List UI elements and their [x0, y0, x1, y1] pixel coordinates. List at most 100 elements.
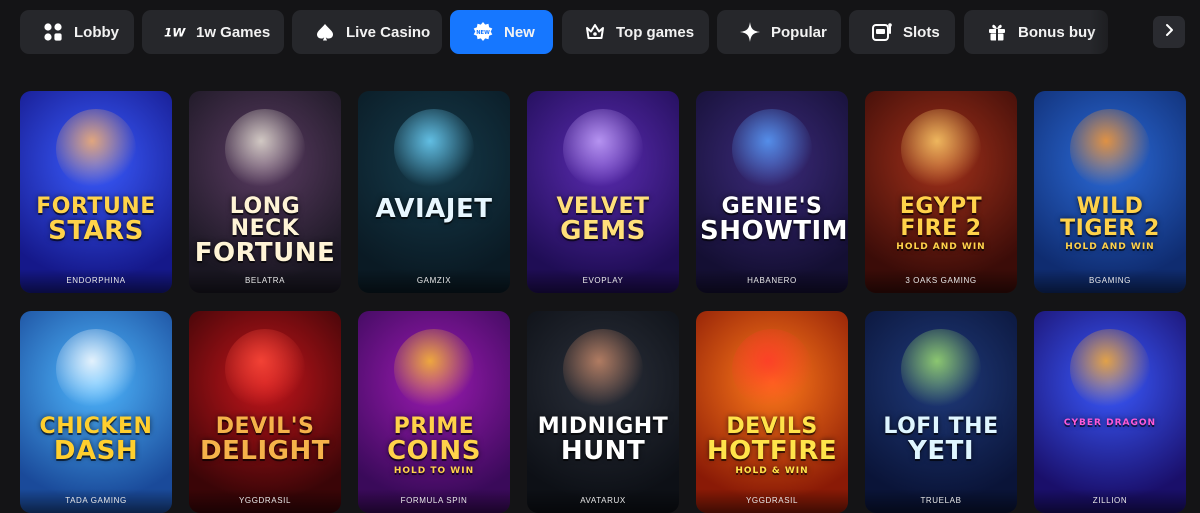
game-provider: Evoplay [527, 269, 679, 293]
game-title-line2: Stars [48, 216, 144, 246]
slot-machine-icon [871, 21, 893, 43]
game-title: Long Neck Fortune [193, 194, 337, 268]
tab-label: Slots [903, 23, 940, 41]
game-character-art [563, 329, 643, 409]
game-title-line2: Aviajet [375, 194, 493, 224]
game-character-art [225, 329, 305, 409]
game-character-art [56, 329, 136, 409]
game-title: Genie'sShowtime [700, 194, 848, 245]
game-title-line2: Dash [53, 436, 139, 466]
game-title: Egypt Fire 2 Hold and Win [869, 196, 1013, 252]
grid-icon [42, 21, 64, 43]
game-title: Aviajet [362, 196, 506, 222]
game-character-art [901, 329, 981, 409]
onew-logo-text: 1W [164, 26, 186, 40]
game-character-art [901, 109, 981, 189]
game-title-line2: Coins [387, 436, 481, 466]
game-character-art [56, 109, 136, 189]
tab-bonus-buy[interactable]: Bonus buy [964, 10, 1108, 54]
game-title-tagline: Hold & Win [735, 466, 809, 476]
category-tabs: Lobby 1W 1w Games Live Casino NEW New Top game… [0, 0, 1200, 64]
game-character-art [394, 329, 474, 409]
game-provider: Zillion [1034, 489, 1186, 513]
game-character-art [225, 109, 305, 189]
game-title-line2: Delight [200, 436, 330, 466]
game-title-line2: Gems [560, 216, 646, 246]
game-card[interactable]: Prime Coins Hold to Win Formula Spin [358, 311, 510, 513]
game-title-line1: Devils [726, 414, 818, 439]
game-provider: TaDa Gaming [20, 489, 172, 513]
game-card[interactable]: Devils Hotfire Hold & Win Yggdrasil [696, 311, 848, 513]
gift-icon [986, 21, 1008, 43]
game-title: Devil's Delight [193, 414, 337, 466]
game-provider: BGaming [1034, 269, 1186, 293]
tab-label: 1w Games [196, 23, 271, 41]
game-title-line1: Prime [393, 414, 475, 439]
game-title-line2: Yeti [908, 436, 974, 466]
game-card[interactable]: Egypt Fire 2 Hold and Win 3 Oaks Gaming [865, 91, 1017, 293]
game-provider: Endorphina [20, 269, 172, 293]
game-title-line1: Devil's [215, 414, 315, 439]
game-title-line1: Genie's [721, 194, 823, 219]
tab-new[interactable]: NEW New [450, 10, 553, 54]
game-title-tagline: Hold and Win [896, 242, 986, 252]
game-provider: AvatarUX [527, 489, 679, 513]
1w-logo-icon: 1W [164, 21, 186, 43]
tab-live-casino[interactable]: Live Casino [292, 10, 442, 54]
game-card[interactable]: Velvet Gems Evoplay [527, 91, 679, 293]
game-character-art [563, 109, 643, 189]
game-card[interactable]: Fortune Stars Endorphina [20, 91, 172, 293]
game-card[interactable]: Cyber Dragon Zillion [1034, 311, 1186, 513]
game-title: Devils Hotfire Hold & Win [700, 416, 844, 476]
tab-label: Lobby [74, 23, 119, 41]
tabs-fade-overlay [1090, 10, 1146, 54]
game-title: Cyber Dragon [1038, 416, 1182, 428]
tab-label: Top games [616, 23, 695, 41]
game-title-line1: Long Neck [229, 194, 301, 241]
tab-top-games[interactable]: Top games [562, 10, 709, 54]
tab-popular[interactable]: Popular [717, 10, 841, 54]
game-provider: Belatra [189, 269, 341, 293]
game-title: Velvet Gems [531, 194, 675, 246]
tab-label: Popular [771, 23, 827, 41]
game-title-line1: Fortune [36, 194, 156, 219]
tab-slots[interactable]: Slots [849, 10, 955, 54]
game-title-line1: Wild Tiger 2 [1060, 194, 1160, 241]
game-title-line2: Hunt [560, 436, 646, 466]
game-provider: Yggdrasil [696, 489, 848, 513]
game-card[interactable]: Aviajet Gamzix [358, 91, 510, 293]
game-title-line1: Velvet [556, 194, 650, 219]
game-title-line1: Lofi the [883, 414, 999, 439]
game-provider: Habanero [696, 269, 848, 293]
game-provider: Formula Spin [358, 489, 510, 513]
game-card[interactable]: Lofi the Yeti TrueLab [865, 311, 1017, 513]
tab-label: New [504, 23, 535, 41]
game-provider: Gamzix [358, 269, 510, 293]
game-character-art [394, 109, 474, 189]
game-card[interactable]: Midnight Hunt AvatarUX [527, 311, 679, 513]
game-title-line1: Midnight [537, 414, 669, 439]
game-character-art [1070, 329, 1150, 409]
chevron-right-icon [1162, 23, 1176, 42]
game-card[interactable]: Devil's Delight Yggdrasil [189, 311, 341, 513]
game-title: Lofi the Yeti [869, 414, 1013, 466]
game-title: Wild Tiger 2 Hold and Win [1038, 196, 1182, 252]
tab-label: Bonus buy [1018, 23, 1096, 41]
game-card[interactable]: Wild Tiger 2 Hold and Win BGaming [1034, 91, 1186, 293]
game-card[interactable]: Chicken Dash TaDa Gaming [20, 311, 172, 513]
game-card[interactable]: Genie'sShowtime Habanero [696, 91, 848, 293]
game-provider: Yggdrasil [189, 489, 341, 513]
game-title-line2: Fortune [194, 238, 336, 268]
game-title-line2: Hotfire [706, 436, 838, 466]
sparkle-icon [739, 21, 761, 43]
new-badge-text: NEW [476, 30, 490, 36]
tab-label: Live Casino [346, 23, 431, 41]
scroll-next-button[interactable] [1153, 16, 1185, 48]
game-card[interactable]: Long Neck Fortune Belatra [189, 91, 341, 293]
game-title: Midnight Hunt [531, 414, 675, 466]
game-title-line1: Egypt Fire 2 [899, 194, 983, 241]
game-provider: 3 Oaks Gaming [865, 269, 1017, 293]
tab-1w-games[interactable]: 1W 1w Games [142, 10, 284, 54]
game-character-art [1070, 109, 1150, 189]
tab-lobby[interactable]: Lobby [20, 10, 134, 54]
